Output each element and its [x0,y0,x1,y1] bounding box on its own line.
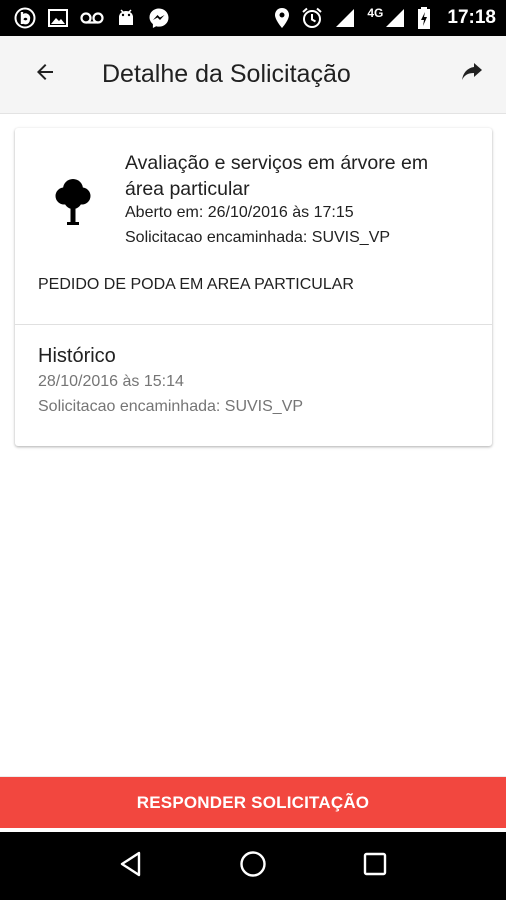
history-heading: Histórico [38,345,116,367]
square-recents-icon [363,852,387,881]
tree-icon [55,176,91,226]
location-icon [275,6,290,30]
signal-icon [335,6,355,30]
battery-icon [417,6,431,30]
status-bar: 4G 17:18 [0,0,506,36]
request-card: Avaliação e serviços em árvore em área p… [15,128,492,446]
nav-back-button[interactable] [107,842,155,890]
share-button[interactable] [450,53,494,97]
triangle-back-icon [119,851,143,882]
request-summary: Avaliação e serviços em árvore em área p… [15,128,492,324]
navigation-bar [0,832,506,900]
request-opened-date: Aberto em: 26/10/2016 às 17:15 [125,204,354,221]
app-bar: Detalhe da Solicitação [0,36,506,114]
clock: 17:18 [447,7,496,28]
alarm-icon [301,6,323,30]
history-status: Solicitacao encaminhada: SUVIS_VP [38,398,304,415]
request-title: Avaliação e serviços em árvore em área p… [125,152,429,200]
share-icon [462,63,482,86]
image-icon [48,6,68,30]
android-icon [116,6,136,30]
messenger-icon [148,6,170,30]
respond-button[interactable]: RESPONDER SOLICITAÇÃO [0,776,506,828]
request-forwarded: Solicitacao encaminhada: SUVIS_VP [125,229,391,246]
b-app-icon [14,6,36,30]
arrow-back-icon [33,60,57,89]
back-button[interactable] [20,50,70,100]
voicemail-icon [80,6,104,30]
signal-4g-icon [385,6,405,30]
history-section: Histórico 28/10/2016 às 15:14 Solicitaca… [15,325,492,446]
circle-home-icon [239,850,267,883]
request-description: PEDIDO DE PODA EM AREA PARTICULAR [38,276,354,293]
nav-recents-button[interactable] [351,842,399,890]
history-date: 28/10/2016 às 15:14 [38,373,184,390]
page-title: Detalhe da Solicitação [102,60,351,88]
nav-home-button[interactable] [229,842,277,890]
network-type: 4G [367,6,384,20]
